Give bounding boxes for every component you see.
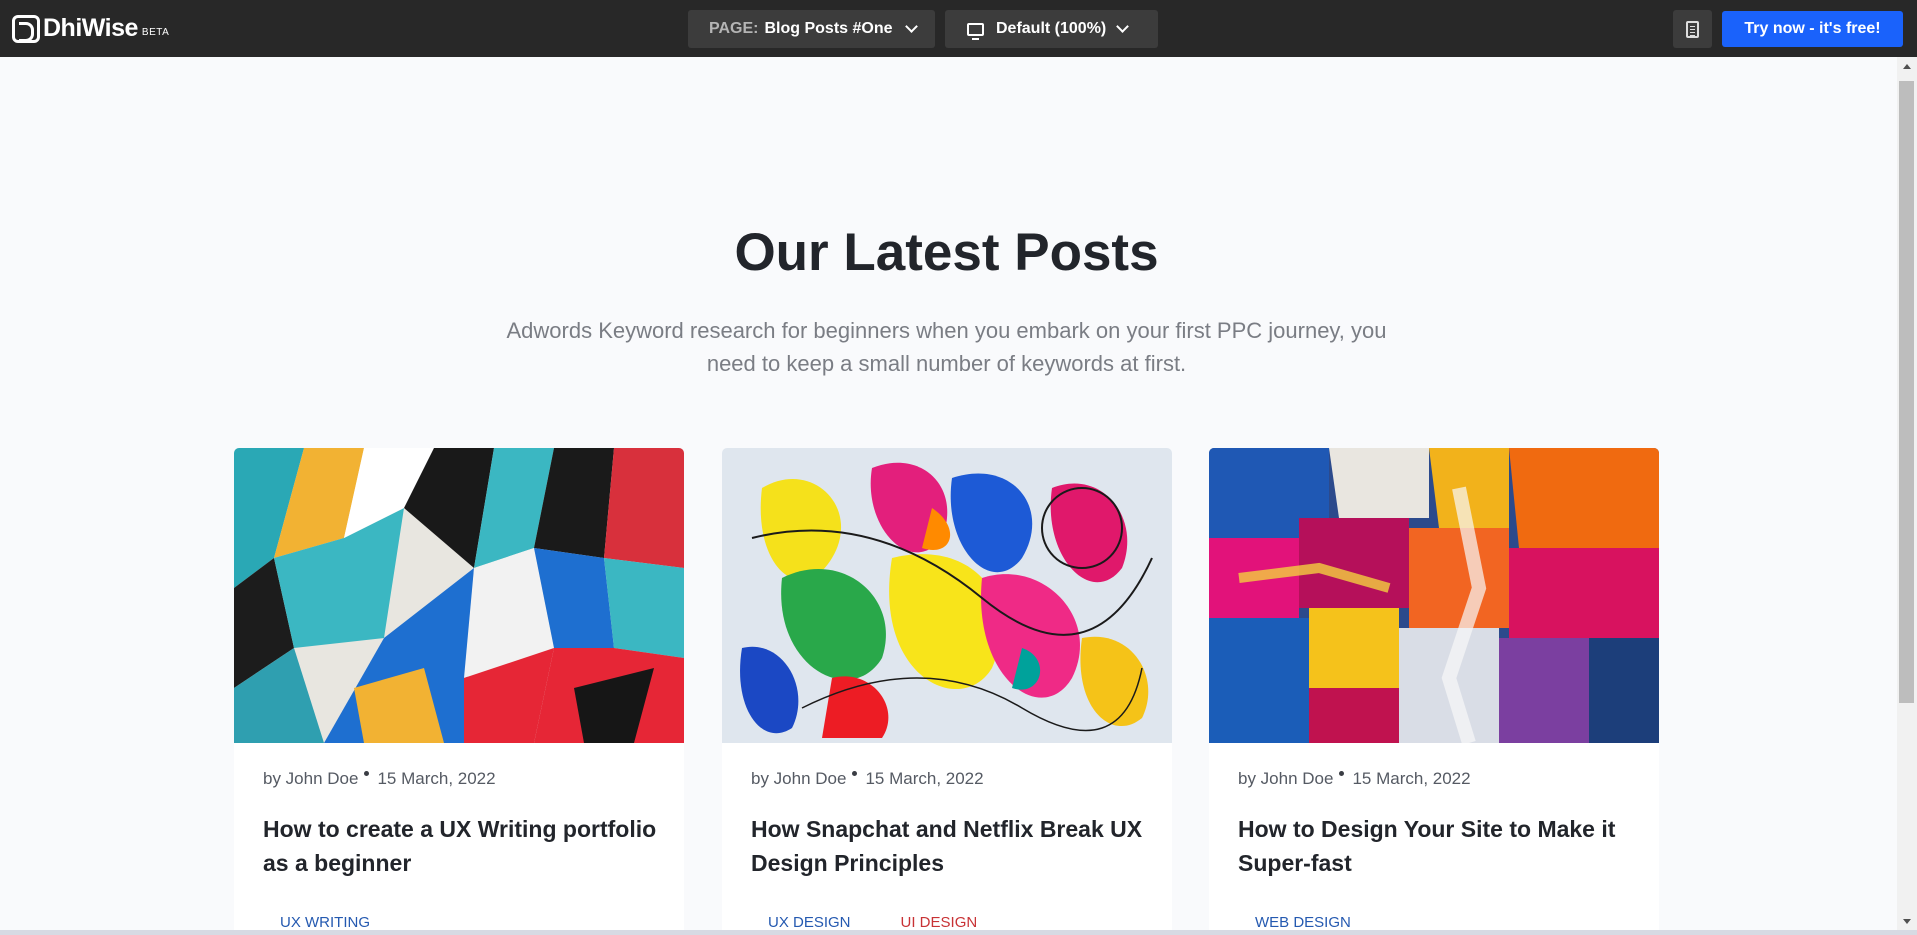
logo-icon: [12, 14, 40, 43]
section-title: Our Latest Posts: [734, 223, 1159, 282]
post-title[interactable]: How to create a UX Writing portfolio as …: [263, 812, 663, 880]
post-image: [722, 448, 1172, 743]
top-toolbar: DhiWise BETA PAGE: Blog Posts #One Defau…: [0, 0, 1917, 57]
scroll-down-arrow-icon[interactable]: [1903, 919, 1911, 924]
documentation-button[interactable]: [1673, 10, 1712, 48]
post-author: by John Doe: [751, 769, 847, 788]
chevron-down-icon: [904, 20, 918, 33]
page-canvas: Our Latest Posts Adwords Keyword researc…: [0, 57, 1897, 935]
chevron-down-icon: [1116, 20, 1130, 33]
try-now-button[interactable]: Try now - it's free!: [1722, 11, 1903, 47]
post-author: by John Doe: [263, 769, 359, 788]
page-selector-dropdown[interactable]: PAGE: Blog Posts #One: [688, 10, 935, 48]
vertical-scrollbar[interactable]: [1897, 57, 1917, 930]
beta-badge: BETA: [141, 27, 170, 38]
post-image: [1209, 448, 1659, 743]
device-selector-value: Default (100%): [996, 20, 1107, 37]
separator-dot: [364, 771, 370, 776]
post-card[interactable]: by John Doe 15 March, 2022 How to create…: [234, 448, 684, 935]
document-icon: [1686, 20, 1699, 38]
separator-dot: [1339, 771, 1345, 776]
post-image: [234, 448, 684, 743]
monitor-icon: [967, 22, 984, 40]
post-tag[interactable]: UI DESIGN: [901, 914, 978, 931]
post-tag[interactable]: WEB DESIGN: [1255, 914, 1351, 931]
section-subtitle: Adwords Keyword research for beginners w…: [506, 318, 1387, 376]
post-title[interactable]: How to Design Your Site to Make it Super…: [1238, 812, 1638, 880]
horizontal-scroll-track: [0, 930, 1917, 935]
dhiwise-logo[interactable]: DhiWise BETA: [12, 14, 169, 43]
post-tag[interactable]: UX WRITING: [280, 914, 370, 931]
scroll-up-arrow-icon[interactable]: [1903, 64, 1911, 69]
post-tags: UX WRITING: [280, 914, 370, 931]
post-meta: by John Doe 15 March, 2022: [1238, 769, 1471, 789]
post-date: 15 March, 2022: [865, 769, 984, 788]
post-author: by John Doe: [1238, 769, 1334, 788]
post-meta: by John Doe 15 March, 2022: [751, 769, 984, 789]
post-tag[interactable]: UX DESIGN: [768, 914, 851, 931]
post-tags: UX DESIGN UI DESIGN: [768, 914, 977, 931]
post-date: 15 March, 2022: [1352, 769, 1471, 788]
post-tags: WEB DESIGN: [1255, 914, 1351, 931]
post-title[interactable]: How Snapchat and Netflix Break UX Design…: [751, 812, 1151, 880]
page-selector-value: Blog Posts #One: [764, 20, 893, 37]
post-card[interactable]: by John Doe 15 March, 2022 How Snapchat …: [722, 448, 1172, 935]
device-selector-dropdown[interactable]: Default (100%): [945, 10, 1158, 48]
logo-text: DhiWise: [43, 14, 138, 42]
post-card[interactable]: by John Doe 15 March, 2022 How to Design…: [1209, 448, 1659, 935]
post-meta: by John Doe 15 March, 2022: [263, 769, 496, 789]
scrollbar-thumb[interactable]: [1899, 81, 1914, 703]
post-date: 15 March, 2022: [377, 769, 496, 788]
page-selector-key: PAGE:: [709, 20, 759, 37]
separator-dot: [852, 771, 858, 776]
